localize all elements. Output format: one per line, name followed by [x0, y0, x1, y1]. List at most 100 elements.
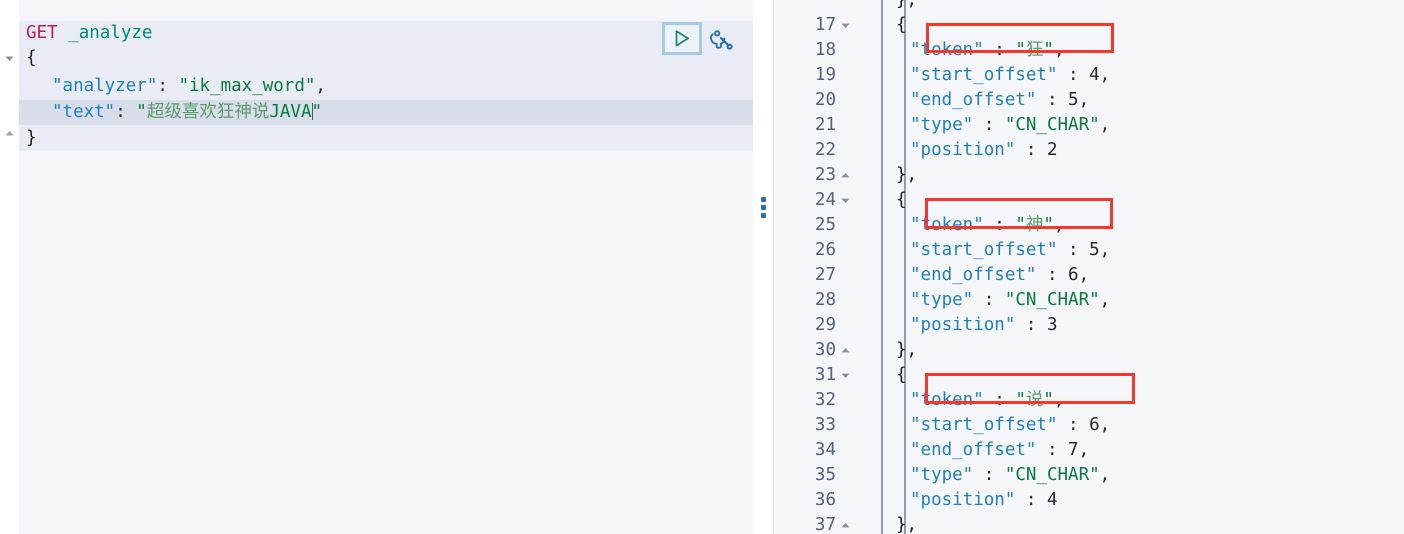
code-token: "position" — [910, 315, 1016, 335]
code-token: " — [1015, 40, 1026, 60]
play-triangle-icon — [675, 30, 689, 47]
code-token: , — [1099, 240, 1111, 260]
code-token: "type" — [910, 465, 974, 485]
response-line: "type" : "CN_CHAR", — [910, 288, 1110, 313]
response-line-number: 19 — [814, 65, 836, 85]
code-token: 狂 — [1025, 40, 1044, 60]
response-line: { — [896, 13, 907, 38]
response-line: }, — [896, 513, 917, 534]
response-line-number: 33 — [814, 415, 836, 435]
response-line: }, — [896, 0, 917, 13]
response-viewer-pane[interactable]: }, 17{18 "token" : "狂", 19 "start_offset" : … — [774, 0, 1404, 534]
drag-handle-dots-icon[interactable] — [761, 197, 766, 218]
response-line: "start_offset" : 4, — [910, 63, 1110, 88]
code-token: : — [1036, 90, 1069, 110]
code-token: : — [1057, 240, 1090, 260]
response-line-number: 28 — [814, 290, 836, 310]
code-token: "CN_CHAR" — [1004, 115, 1100, 135]
response-line: "token" : "狂", — [910, 38, 1065, 63]
code-token: , — [1053, 390, 1065, 410]
code-token: , — [1078, 440, 1090, 460]
code-token: 5 — [1089, 240, 1100, 260]
response-line-number: 23 — [814, 165, 836, 185]
code-token: : — [1036, 265, 1069, 285]
request-editor-pane[interactable]: GET _analyze { "analyzer": "ik_max_word"… — [0, 0, 753, 534]
response-line-number: 25 — [814, 215, 836, 235]
code-token: "CN_CHAR" — [1004, 290, 1100, 310]
request-actions[interactable] — [662, 22, 736, 55]
response-line-number: 37 — [814, 515, 836, 534]
code-token: "end_offset" — [910, 90, 1037, 110]
code-token: : — [1015, 315, 1047, 335]
elasticsearch-dev-tools-console: GET _analyze { "analyzer": "ik_max_word"… — [0, 0, 1404, 534]
chevron-down-fold-icon[interactable] — [840, 188, 851, 213]
response-line-number: 26 — [814, 240, 836, 260]
response-line-number: 22 — [814, 140, 836, 160]
response-line: "position" : 4 — [910, 488, 1058, 513]
code-token: 4 — [1046, 490, 1058, 510]
code-token: : — [973, 115, 1005, 135]
response-line: { — [896, 188, 907, 213]
code-token: 2 — [1046, 140, 1058, 160]
pane-divider[interactable] — [753, 0, 774, 534]
code-token: , — [1099, 465, 1111, 485]
code-token: 7 — [1068, 440, 1079, 460]
response-line: "end_offset" : 7, — [910, 438, 1089, 463]
chevron-up-fold-icon[interactable] — [840, 338, 851, 363]
code-token: "type" — [910, 290, 974, 310]
code-token: "token" — [910, 215, 984, 235]
code-token: 6 — [1068, 265, 1079, 285]
code-token: , — [1078, 90, 1090, 110]
code-token: "type" — [910, 115, 974, 135]
code-token: , — [1099, 290, 1111, 310]
wrench-glyph-icon — [709, 30, 733, 50]
code-token: "start_offset" — [910, 65, 1058, 85]
code-token: " — [1015, 390, 1026, 410]
wrench-icon[interactable] — [706, 24, 736, 54]
response-line-number: 29 — [814, 315, 836, 335]
code-token: " — [1043, 215, 1054, 235]
code-token: , — [1053, 215, 1065, 235]
response-line-number: 21 — [814, 115, 836, 135]
response-line-number: 27 — [814, 265, 836, 285]
code-token: " — [1043, 390, 1054, 410]
code-token: " — [1015, 215, 1026, 235]
response-line: }, — [896, 163, 917, 188]
response-line-number: 32 — [814, 390, 836, 410]
code-token: }, — [896, 0, 918, 10]
gutter-separator — [881, 0, 883, 534]
response-line: "type" : "CN_CHAR", — [910, 113, 1110, 138]
code-token: , — [1099, 65, 1111, 85]
chevron-down-fold-icon[interactable] — [840, 363, 851, 388]
response-line-number: 36 — [814, 490, 836, 510]
response-line-number: 20 — [814, 90, 836, 110]
code-token: , — [1078, 265, 1090, 285]
code-token: : — [983, 215, 1016, 235]
response-line-number: 31 — [814, 365, 836, 385]
response-line: "end_offset" : 6, — [910, 263, 1089, 288]
code-token: "end_offset" — [910, 440, 1037, 460]
response-line: "token" : "神", — [910, 213, 1065, 238]
chevron-up-fold-icon[interactable] — [3, 127, 16, 140]
code-token: }, — [896, 165, 918, 185]
response-line: "start_offset" : 5, — [910, 238, 1110, 263]
chevron-down-fold-icon[interactable] — [3, 52, 16, 65]
code-token: " — [1043, 40, 1054, 60]
response-line-number: 30 — [814, 340, 836, 360]
code-token: , — [1099, 115, 1111, 135]
code-token: , — [1053, 40, 1065, 60]
code-token: { — [896, 365, 907, 385]
chevron-down-fold-icon[interactable] — [840, 13, 851, 38]
code-token: "token" — [910, 390, 984, 410]
editor-gutter[interactable] — [0, 0, 19, 534]
indent-guide — [904, 0, 906, 534]
chevron-up-fold-icon[interactable] — [840, 163, 851, 188]
code-token: 神 — [1025, 215, 1044, 235]
code-token: : — [973, 290, 1005, 310]
code-token: "token" — [910, 40, 984, 60]
chevron-up-fold-icon[interactable] — [840, 513, 851, 534]
code-token: 6 — [1089, 415, 1100, 435]
code-token: { — [896, 190, 907, 210]
response-line: "type" : "CN_CHAR", — [910, 463, 1110, 488]
play-icon[interactable] — [662, 22, 702, 55]
